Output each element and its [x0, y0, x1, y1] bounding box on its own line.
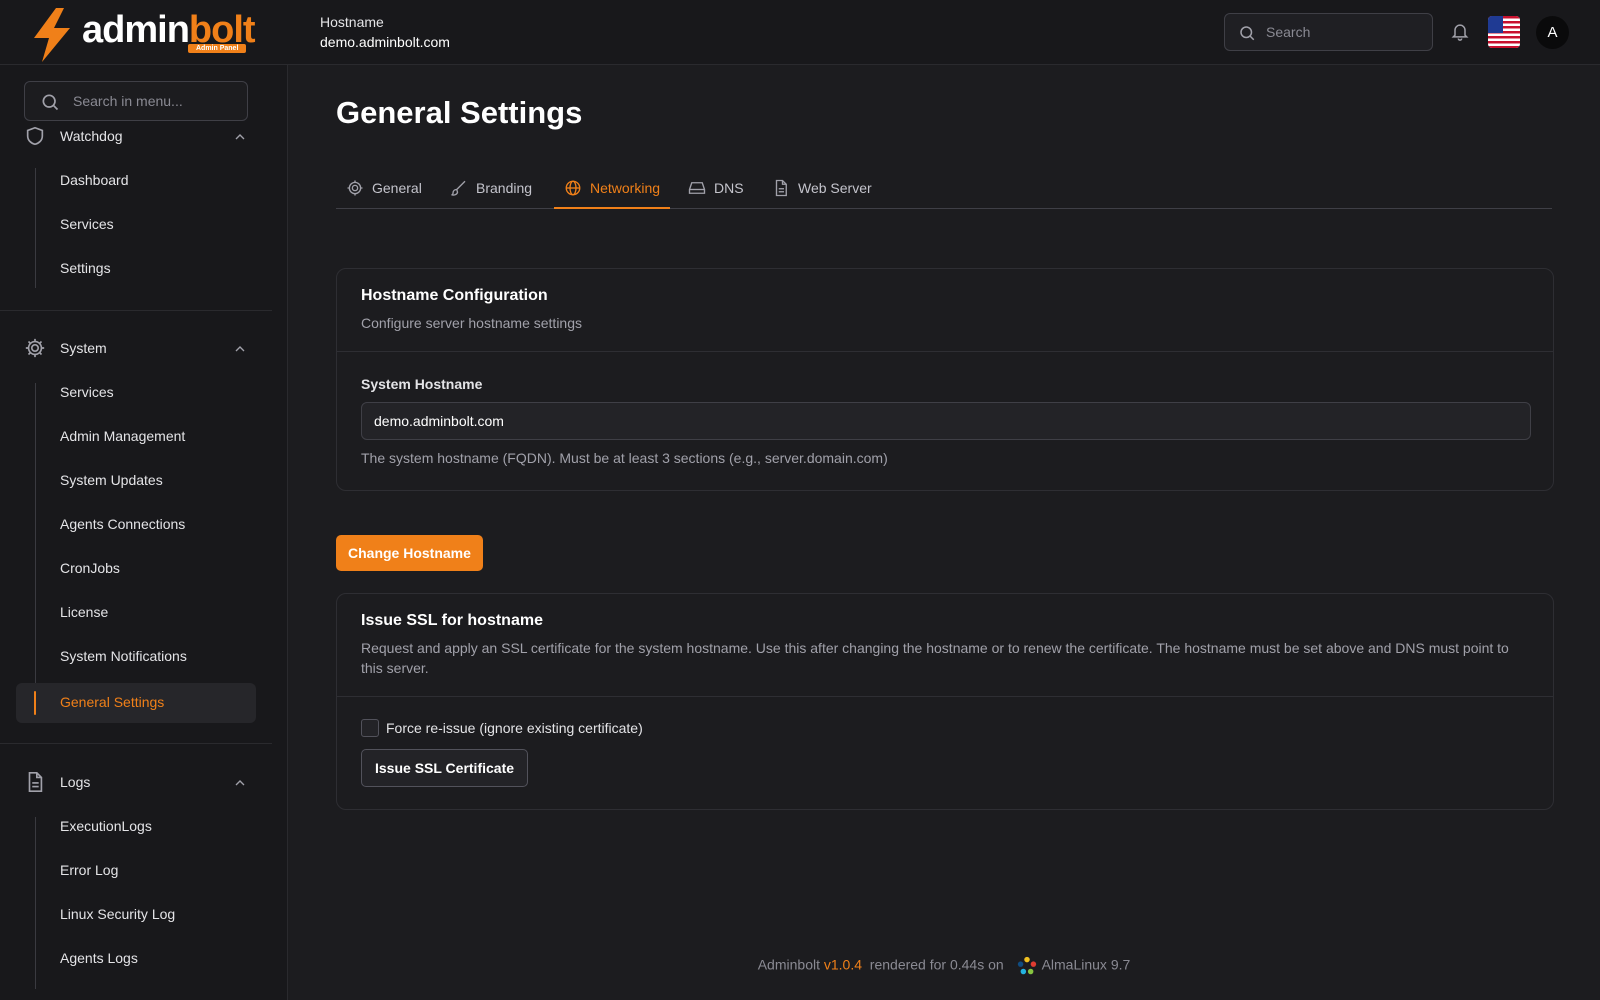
card-header: Hostname Configuration Configure server …	[337, 269, 1553, 352]
hostname-value: demo.adminbolt.com	[320, 34, 450, 50]
tab-general[interactable]: General	[336, 169, 436, 209]
search-icon	[42, 94, 59, 111]
issue-ssl-card: Issue SSL for hostname Request and apply…	[336, 593, 1554, 810]
gear-icon	[347, 180, 363, 196]
shield-icon	[26, 126, 44, 146]
us-flag-icon[interactable]	[1488, 16, 1520, 48]
sidebar-group-system[interactable]: System	[24, 329, 256, 369]
sidebar-item-services[interactable]: Services	[16, 373, 256, 413]
change-hostname-button[interactable]: Change Hostname	[336, 535, 483, 571]
sidebar-item-license[interactable]: License	[16, 593, 256, 633]
sidebar-item-system-updates[interactable]: System Updates	[16, 461, 256, 501]
sidebar-divider	[0, 743, 272, 744]
search-icon	[1240, 26, 1255, 41]
tab-web-server[interactable]: Web Server	[762, 169, 874, 209]
sidebar-item-cronjobs[interactable]: CronJobs	[16, 549, 256, 589]
drive-icon	[688, 182, 706, 194]
card-description: Request and apply an SSL certificate for…	[361, 640, 1509, 676]
user-avatar[interactable]: A	[1536, 16, 1569, 49]
sidebar: Search in menu... Watchdog Dashboard Ser…	[0, 65, 288, 1000]
bell-icon[interactable]	[1450, 20, 1470, 42]
sidebar-item-execution-logs[interactable]: ExecutionLogs	[16, 807, 256, 847]
footer-app-name: Adminbolt	[757, 956, 820, 973]
hostname-configuration-card: Hostname Configuration Configure server …	[336, 268, 1554, 491]
chevron-up-icon	[235, 346, 245, 352]
sidebar-item-general-settings[interactable]: General Settings	[16, 683, 256, 723]
sidebar-item-system-notifications[interactable]: System Notifications	[16, 637, 256, 677]
sidebar-group-label: Logs	[60, 774, 91, 790]
system-hostname-input[interactable]: demo.adminbolt.com	[361, 402, 1531, 440]
globe-icon	[565, 180, 581, 196]
sidebar-group-label: Watchdog	[60, 128, 123, 144]
force-reissue-label[interactable]: Force re-issue (ignore existing certific…	[386, 720, 643, 736]
bolt-logo-icon	[34, 8, 70, 62]
sidebar-divider	[0, 310, 272, 311]
card-body: Force re-issue (ignore existing certific…	[337, 697, 1553, 809]
page-title: General Settings	[336, 95, 583, 130]
footer-os: AlmaLinux 9.7	[1041, 956, 1131, 973]
sidebar-item-agents-connections[interactable]: Agents Connections	[16, 505, 256, 545]
menu-search-placeholder: Search in menu...	[73, 93, 183, 109]
file-icon	[775, 179, 787, 197]
sidebar-group-logs[interactable]: Logs	[24, 763, 256, 803]
sidebar-item-watchdog-settings[interactable]: Settings	[16, 249, 256, 289]
main-content: General Settings General Branding Networ…	[288, 65, 1600, 1000]
sidebar-item-watchdog-services[interactable]: Services	[16, 205, 256, 245]
footer-version[interactable]: v1.0.4	[824, 957, 862, 973]
global-search-input[interactable]: Search	[1224, 13, 1433, 51]
footer-rendered-text: rendered for 0.44s on	[869, 956, 1004, 973]
logo-badge: Admin Panel	[188, 44, 247, 53]
almalinux-logo-icon	[1017, 956, 1036, 975]
hostname-label: Hostname	[320, 14, 384, 30]
sidebar-item-error-log[interactable]: Error Log	[16, 851, 256, 891]
document-icon	[28, 772, 43, 792]
sidebar-group-label: System	[60, 340, 107, 356]
sidebar-group-watchdog[interactable]: Watchdog	[24, 117, 256, 157]
chevron-up-icon	[235, 134, 245, 140]
system-hostname-label: System Hostname	[361, 376, 483, 392]
search-placeholder: Search	[1266, 24, 1311, 40]
hostname-display: Hostname demo.adminbolt.com	[320, 12, 450, 52]
sidebar-item-admin-management[interactable]: Admin Management	[16, 417, 256, 457]
force-reissue-row: Force re-issue (ignore existing certific…	[361, 719, 1529, 737]
brush-icon	[451, 180, 466, 196]
card-title: Issue SSL for hostname	[361, 612, 543, 629]
card-description: Configure server hostname settings	[361, 315, 582, 331]
tab-branding[interactable]: Branding	[440, 169, 546, 209]
active-indicator	[34, 691, 36, 715]
tab-networking[interactable]: Networking	[554, 169, 670, 209]
sidebar-item-agents-logs[interactable]: Agents Logs	[16, 939, 256, 979]
adminbolt-logo[interactable]: adminbolt Admin Panel	[30, 6, 260, 62]
card-body: System Hostname demo.adminbolt.com The s…	[337, 352, 1553, 490]
gear-icon	[25, 338, 45, 358]
force-reissue-checkbox[interactable]	[361, 719, 379, 737]
menu-search-input[interactable]: Search in menu...	[24, 81, 248, 121]
card-header: Issue SSL for hostname Request and apply…	[337, 594, 1553, 697]
settings-tabs: General Branding Networking DNS Web Serv…	[336, 169, 1552, 209]
hostname-help-text: The system hostname (FQDN). Must be at l…	[361, 450, 888, 466]
top-bar: adminbolt Admin Panel Hostname demo.admi…	[0, 0, 1600, 65]
sidebar-item-linux-security-log[interactable]: Linux Security Log	[16, 895, 256, 935]
footer: Adminbolt v1.0.4 rendered for 0.44s on A…	[288, 955, 1600, 977]
card-title: Hostname Configuration	[361, 287, 548, 304]
issue-ssl-certificate-button[interactable]: Issue SSL Certificate	[361, 749, 529, 787]
tab-dns[interactable]: DNS	[678, 169, 750, 209]
sidebar-item-watchdog-dashboard[interactable]: Dashboard	[16, 161, 256, 201]
chevron-up-icon	[235, 780, 245, 786]
